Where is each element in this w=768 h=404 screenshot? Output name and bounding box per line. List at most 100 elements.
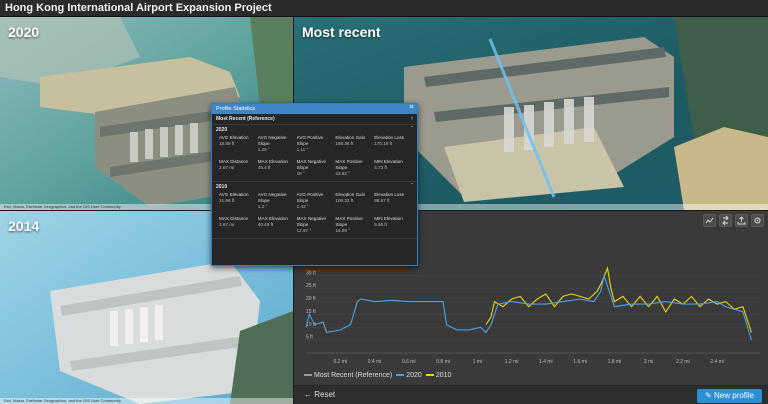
pane-label-most-recent: Most recent bbox=[302, 24, 381, 40]
stat-item: Elevation Loss 170.18 ft bbox=[374, 135, 413, 153]
reference-selector[interactable]: Most Recent (Reference) › bbox=[212, 114, 417, 125]
stat-value: 108.32 ft bbox=[335, 198, 354, 203]
pane-label-2020: 2020 bbox=[8, 24, 40, 40]
y-tick-label: 5 ft bbox=[306, 335, 314, 341]
y-tick-label: 15 ft bbox=[306, 309, 316, 315]
stat-value: 16.09 ° bbox=[335, 228, 350, 233]
stat-item: MAX Positive Slope 16.09 ° bbox=[335, 216, 374, 234]
group-name: 2020 bbox=[216, 127, 228, 133]
stat-item: MAX Elevation 40.49 ft bbox=[258, 216, 297, 234]
y-tick-label: 30 ft bbox=[306, 270, 316, 276]
chevron-down-icon: ˇ bbox=[411, 184, 413, 190]
reset-button[interactable]: ← Reset bbox=[304, 390, 335, 399]
stat-value: 2.67 mi bbox=[219, 165, 235, 170]
stats-grid: AVG Elevation 18.89 ft AVG Negative Slope 1… bbox=[212, 135, 417, 181]
stat-value: 23.82 ° bbox=[335, 171, 350, 176]
stat-value: 170.18 ft bbox=[374, 141, 393, 146]
stat-label: MAX Positive Slope bbox=[335, 159, 363, 170]
stat-value: 12.97 ° bbox=[296, 228, 312, 233]
close-icon[interactable] bbox=[409, 104, 414, 109]
stat-item: AVG Negative Slope 1.29 ° bbox=[258, 135, 297, 153]
stat-value: 18.89 ft bbox=[219, 141, 235, 146]
x-tick-label: 0.2 mi bbox=[333, 359, 347, 365]
group-name: 2010 bbox=[216, 184, 228, 190]
stat-item: Elevation Loss 98.57 ft bbox=[374, 192, 413, 210]
stat-label: MAX Positive Slope bbox=[335, 216, 363, 227]
app-title: Hong Kong International Airport Expansio… bbox=[5, 2, 272, 14]
legend-item-2020[interactable]: 2020 bbox=[396, 372, 422, 379]
x-tick-label: 0.6 mi bbox=[402, 359, 416, 365]
chevron-down-icon: ˇ bbox=[411, 127, 413, 133]
stats-group-header[interactable]: 2020 ˇ bbox=[212, 125, 417, 135]
stat-label: AVG Positive Slope bbox=[296, 192, 324, 203]
pencil-icon: ✎ bbox=[705, 391, 712, 400]
stat-item: MAX Positive Slope 23.82 ° bbox=[335, 159, 374, 177]
stat-label: AVG Negative Slope bbox=[257, 135, 287, 146]
x-tick-label: 1.8 mi bbox=[608, 359, 622, 365]
profile-toolbar: ← Reset ✎ New profile bbox=[294, 385, 768, 404]
profile-statistics-panel: Profile Statistics Most Recent (Referenc… bbox=[211, 103, 418, 266]
new-profile-button[interactable]: ✎ New profile bbox=[697, 389, 762, 403]
y-tick-label: 25 ft bbox=[306, 283, 316, 289]
stat-item: Elevation Gain 108.32 ft bbox=[335, 192, 374, 210]
map-attribution: Esri, Maxar, Earthstar Geographics, and … bbox=[0, 398, 293, 404]
reference-label: Most Recent (Reference) bbox=[216, 116, 275, 122]
stat-value: 1.29 ° bbox=[257, 147, 270, 152]
panel-title: Profile Statistics bbox=[216, 106, 256, 112]
x-tick-label: 1.2 mi bbox=[505, 359, 519, 365]
stat-label: MAX Negative Slope bbox=[296, 159, 326, 170]
stat-value: 21.96 ft bbox=[219, 198, 235, 203]
stat-value: 1.2 ° bbox=[257, 204, 268, 209]
stat-item: MAX Distance 2.67 mi bbox=[219, 159, 258, 177]
stat-value: 1.43 ° bbox=[296, 204, 309, 209]
stat-item: AVG Negative Slope 1.2 ° bbox=[258, 192, 297, 210]
title-bar: Hong Kong International Airport Expansio… bbox=[0, 0, 768, 17]
arrow-left-icon: ← bbox=[304, 390, 312, 399]
legend-item-reference[interactable]: Most Recent (Reference) bbox=[304, 372, 392, 379]
stat-value: 45.4 ft bbox=[257, 165, 271, 170]
series-line-2010 bbox=[485, 266, 752, 333]
stat-item: AVG Elevation 18.89 ft bbox=[219, 135, 258, 153]
x-tick-label: 2 mi bbox=[644, 359, 653, 365]
stat-value: 1.11 ° bbox=[296, 147, 309, 152]
stat-item: MIN Elevation 4.73 ft bbox=[374, 159, 413, 177]
stat-item: Elevation Gain 168.36 ft bbox=[335, 135, 374, 153]
legend-item-2010[interactable]: 2010 bbox=[425, 372, 451, 379]
stats-group-2020: 2020 ˇ AVG Elevation 18.89 ft AVG Negative S… bbox=[212, 125, 417, 182]
x-tick-label: 2.2 mi bbox=[676, 359, 690, 365]
stats-group-2010: 2010 ˇ AVG Elevation 21.96 ft AVG Negative S… bbox=[212, 182, 417, 239]
x-tick-label: 1.4 mi bbox=[539, 359, 553, 365]
stat-item: MAX Elevation 45.4 ft bbox=[258, 159, 297, 177]
stats-grid: AVG Elevation 21.96 ft AVG Negative Slope 1… bbox=[212, 192, 417, 238]
stat-value: 5.95 ft bbox=[374, 222, 387, 227]
stat-item: MAX Negative Slope 12.97 ° bbox=[297, 216, 336, 234]
stat-label: AVG Positive Slope bbox=[296, 135, 324, 146]
x-tick-label: 1 mi bbox=[473, 359, 482, 365]
x-tick-label: 1.6 mi bbox=[573, 359, 587, 365]
panel-header: Profile Statistics bbox=[212, 104, 417, 114]
x-tick-label: 0.4 mi bbox=[368, 359, 382, 365]
x-tick-label: 0.8 mi bbox=[436, 359, 450, 365]
stat-item: AVG Elevation 21.96 ft bbox=[219, 192, 258, 210]
x-tick-label: 2.4 mi bbox=[710, 359, 724, 365]
stat-label: AVG Negative Slope bbox=[257, 192, 287, 203]
stat-item: AVG Positive Slope 1.11 ° bbox=[297, 135, 336, 153]
stat-value: 98.57 ft bbox=[374, 198, 390, 203]
stat-value: 18 ° bbox=[296, 171, 305, 176]
pane-label-2014: 2014 bbox=[8, 218, 40, 234]
stat-value: 168.36 ft bbox=[335, 141, 354, 146]
stat-label: MAX Negative Slope bbox=[296, 216, 326, 227]
stat-item: AVG Positive Slope 1.43 ° bbox=[297, 192, 336, 210]
stat-item: MAX Negative Slope 18 ° bbox=[297, 159, 336, 177]
y-tick-label: 20 ft bbox=[306, 296, 316, 302]
series-line-2020 bbox=[305, 273, 752, 341]
chevron-right-icon: › bbox=[411, 116, 413, 122]
stat-value: 4.73 ft bbox=[374, 165, 387, 170]
stat-item: MAX Distance 2.67 mi bbox=[219, 216, 258, 234]
stats-group-header[interactable]: 2010 ˇ bbox=[212, 182, 417, 192]
app-root: Hong Kong International Airport Expansio… bbox=[0, 0, 768, 404]
stat-item: MIN Elevation 5.95 ft bbox=[374, 216, 413, 234]
chart-legend: Most Recent (Reference) 2020 2010 bbox=[304, 369, 451, 381]
stat-value: 2.67 mi bbox=[219, 222, 235, 227]
stat-value: 40.49 ft bbox=[257, 222, 274, 227]
